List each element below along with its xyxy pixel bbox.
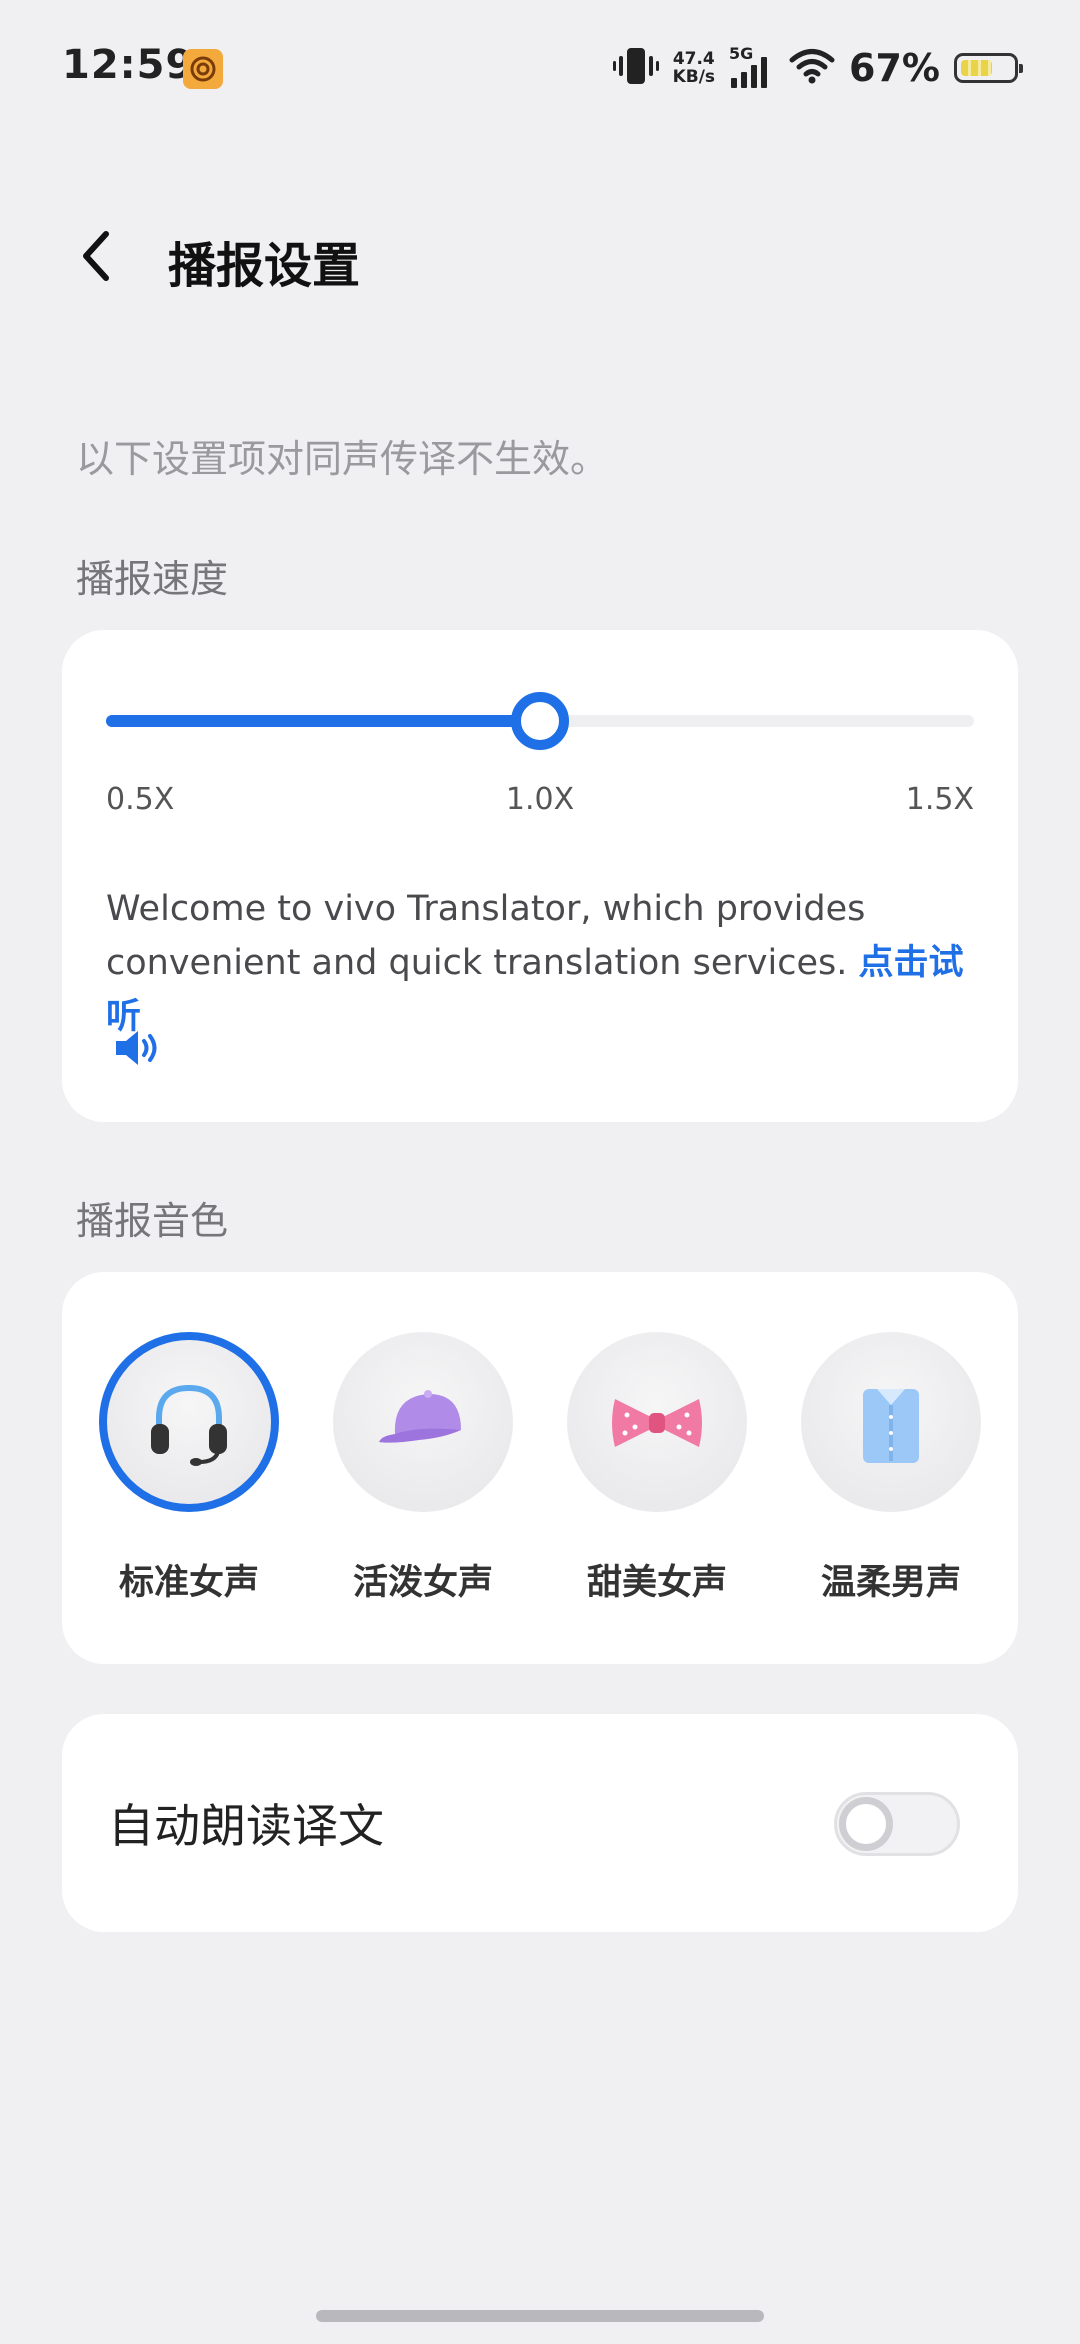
voice-section-label: 播报音色 bbox=[76, 1199, 229, 1243]
voice-avatar bbox=[333, 1332, 513, 1512]
bow-tie-icon bbox=[612, 1399, 702, 1447]
speed-mid-label: 1.0X bbox=[505, 782, 575, 817]
voice-avatar bbox=[801, 1332, 981, 1512]
auto-read-toggle[interactable] bbox=[834, 1792, 960, 1856]
status-time: 12:59 bbox=[62, 42, 195, 88]
voice-option-standard-female[interactable]: 标准女声 bbox=[89, 1332, 289, 1605]
battery-level-fill bbox=[961, 60, 992, 76]
chevron-left-icon bbox=[83, 231, 109, 281]
speaker-icon bbox=[116, 1031, 157, 1065]
toggle-knob bbox=[839, 1797, 893, 1851]
voice-card: 标准女声 活泼女声 甜美女声 温柔男声 bbox=[62, 1272, 1018, 1664]
voice-label: 活泼女声 bbox=[352, 1563, 493, 1603]
wifi-icon bbox=[789, 47, 835, 89]
header: 播报设置 bbox=[0, 200, 1080, 320]
home-indicator[interactable] bbox=[316, 2310, 764, 2322]
back-button[interactable] bbox=[60, 220, 132, 292]
speed-slider-fill bbox=[106, 715, 540, 727]
voice-label: 温柔男声 bbox=[820, 1563, 961, 1603]
network-speed-unit: KB/s bbox=[672, 67, 716, 87]
speed-max-label: 1.5X bbox=[905, 782, 974, 817]
cellular-signal-icon: 5G bbox=[729, 44, 775, 90]
voice-option-sweet-female[interactable]: 甜美女声 bbox=[557, 1332, 757, 1605]
speed-card: 0.5X 1.0X 1.5X Welcome to vivo Translato… bbox=[62, 630, 1018, 1122]
sample-sentence: Welcome to vivo Translator, which provid… bbox=[106, 889, 866, 983]
voice-avatar-selected bbox=[99, 1332, 279, 1512]
auto-read-card: 自动朗读译文 bbox=[62, 1714, 1018, 1932]
voice-avatar bbox=[567, 1332, 747, 1512]
voice-label: 甜美女声 bbox=[586, 1563, 727, 1603]
cap-icon bbox=[379, 1390, 461, 1443]
speed-slider[interactable] bbox=[106, 692, 974, 750]
speaker-button[interactable] bbox=[108, 1018, 168, 1078]
shirt-icon bbox=[863, 1389, 919, 1463]
sample-text: Welcome to vivo Translator, which provid… bbox=[106, 882, 986, 1044]
speed-slider-thumb[interactable] bbox=[511, 692, 569, 750]
voice-option-lively-female[interactable]: 活泼女声 bbox=[323, 1332, 523, 1605]
notice-text: 以下设置项对同声传译不生效。 bbox=[76, 437, 609, 481]
battery-icon bbox=[954, 53, 1023, 83]
voice-option-gentle-male[interactable]: 温柔男声 bbox=[791, 1332, 991, 1605]
network-speed-value: 47.4 bbox=[672, 49, 715, 69]
page-title: 播报设置 bbox=[168, 238, 361, 294]
battery-percent: 67% bbox=[849, 46, 940, 90]
status-bar: 12:59 47.4 KB/s 5G 67% bbox=[0, 0, 1080, 140]
network-speed: 47.4 KB/s bbox=[673, 50, 715, 86]
speed-section-label: 播报速度 bbox=[76, 557, 229, 601]
app-notification-icon bbox=[183, 49, 223, 89]
auto-read-label: 自动朗读译文 bbox=[108, 1799, 384, 1853]
speed-min-label: 0.5X bbox=[106, 782, 175, 817]
vibrate-icon bbox=[612, 46, 659, 90]
voice-label: 标准女声 bbox=[118, 1563, 259, 1603]
headset-icon bbox=[151, 1384, 227, 1466]
